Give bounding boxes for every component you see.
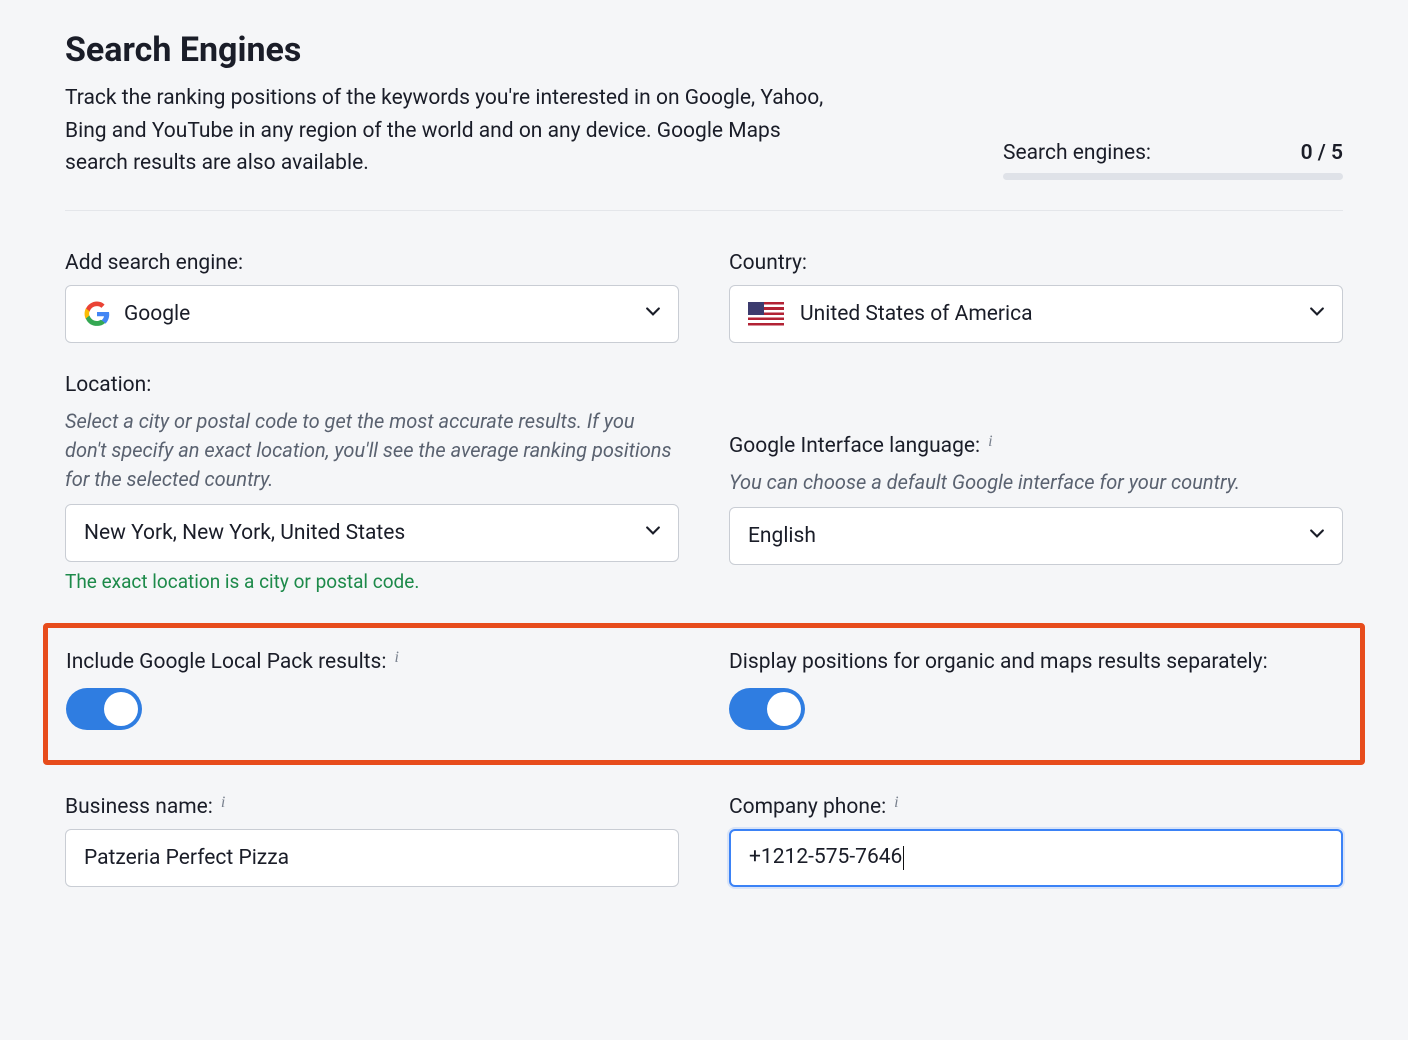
google-icon <box>84 301 110 327</box>
local-pack-label: Include Google Local Pack results: i <box>66 650 679 674</box>
language-hint: You can choose a default Google interfac… <box>729 468 1343 497</box>
language-label-text: Google Interface language: <box>729 434 980 458</box>
info-icon[interactable]: i <box>988 433 992 451</box>
chevron-down-icon <box>1310 529 1324 543</box>
local-pack-label-text: Include Google Local Pack results: <box>66 650 386 674</box>
location-label: Location: <box>65 373 679 397</box>
counter-progress-bar <box>1003 173 1343 180</box>
business-name-value: Patzeria Perfect Pizza <box>84 846 289 870</box>
business-name-label-text: Business name: <box>65 795 213 819</box>
location-success-text: The exact location is a city or postal c… <box>65 570 679 593</box>
engine-label: Add search engine: <box>65 251 679 275</box>
location-select[interactable]: New York, New York, United States <box>65 504 679 562</box>
business-name-label: Business name: i <box>65 795 679 819</box>
chevron-down-icon <box>1310 307 1324 321</box>
company-phone-input[interactable]: +1212-575-7646 <box>729 829 1343 887</box>
language-select[interactable]: English <box>729 507 1343 565</box>
counter-value: 0 / 5 <box>1301 141 1343 165</box>
highlight-annotation: Include Google Local Pack results: i Dis… <box>43 623 1365 765</box>
business-name-input[interactable]: Patzeria Perfect Pizza <box>65 829 679 887</box>
company-phone-label-text: Company phone: <box>729 795 886 819</box>
engine-select[interactable]: Google <box>65 285 679 343</box>
counter-label: Search engines: <box>1003 141 1151 165</box>
country-value: United States of America <box>800 302 1310 326</box>
chevron-down-icon <box>646 307 660 321</box>
local-pack-toggle[interactable] <box>66 688 142 730</box>
separate-results-label: Display positions for organic and maps r… <box>729 650 1342 674</box>
language-label: Google Interface language: i <box>729 434 1343 458</box>
chevron-down-icon <box>646 526 660 540</box>
divider <box>65 210 1343 211</box>
us-flag-icon <box>748 302 784 326</box>
company-phone-value: +1212-575-7646 <box>749 845 904 869</box>
company-phone-label: Company phone: i <box>729 795 1343 819</box>
info-icon[interactable]: i <box>894 794 898 812</box>
engine-counter: Search engines: 0 / 5 <box>1003 141 1343 180</box>
info-icon[interactable]: i <box>394 649 398 667</box>
separate-results-toggle[interactable] <box>729 688 805 730</box>
page-description: Track the ranking positions of the keywo… <box>65 82 845 180</box>
country-label: Country: <box>729 251 1343 275</box>
info-icon[interactable]: i <box>221 794 225 812</box>
language-value: English <box>748 524 1310 548</box>
page-title: Search Engines <box>65 30 845 70</box>
location-hint: Select a city or postal code to get the … <box>65 407 679 494</box>
location-value: New York, New York, United States <box>84 521 646 545</box>
engine-value: Google <box>124 302 646 326</box>
country-select[interactable]: United States of America <box>729 285 1343 343</box>
